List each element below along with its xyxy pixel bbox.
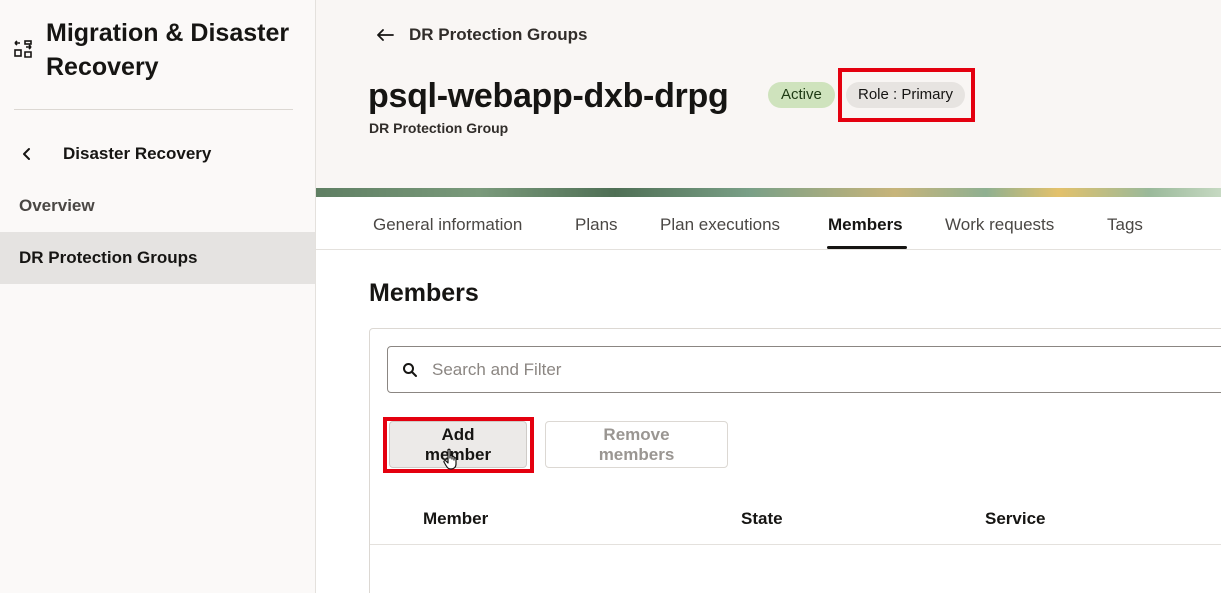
hand-pointer-cursor-icon — [443, 448, 461, 470]
sidebar-divider — [14, 109, 293, 110]
status-badge: Active — [768, 82, 835, 108]
breadcrumb-label: DR Protection Groups — [409, 25, 588, 44]
tab-plan-executions[interactable]: Plan executions — [660, 197, 780, 250]
breadcrumb[interactable]: DR Protection Groups — [376, 22, 588, 48]
active-tab-indicator — [827, 246, 907, 249]
chevron-left-icon — [20, 140, 50, 168]
tab-plans[interactable]: Plans — [575, 197, 618, 250]
tab-general-information[interactable]: General information — [373, 197, 522, 250]
tab-tags[interactable]: Tags — [1107, 197, 1143, 250]
search-field[interactable] — [387, 346, 1221, 393]
tab-work-requests[interactable]: Work requests — [945, 197, 1054, 250]
search-icon — [402, 361, 420, 379]
header-decorative-band — [316, 188, 1221, 197]
column-header-state[interactable]: State — [741, 509, 783, 529]
section-title: Members — [369, 279, 479, 307]
tab-bar: General information Plans Plan execution… — [316, 197, 1221, 250]
tab-members[interactable]: Members — [828, 197, 903, 250]
sidebar-back-label: Disaster Recovery — [63, 144, 212, 163]
sidebar-title: Migration & Disaster Recovery — [46, 19, 290, 81]
sidebar-back-link[interactable]: Disaster Recovery — [20, 140, 211, 168]
page-title: psql-webapp-dxb-drpg — [368, 77, 729, 115]
sidebar-item-label: DR Protection Groups — [19, 248, 198, 267]
column-header-member[interactable]: Member — [423, 509, 488, 529]
search-input[interactable] — [432, 359, 1132, 380]
sidebar-item-label: Overview — [19, 196, 95, 215]
app-window: Migration & Disaster Recovery Disaster R… — [0, 0, 1221, 593]
sidebar-item-overview[interactable]: Overview — [0, 180, 315, 232]
sidebar-item-dr-protection-groups[interactable]: DR Protection Groups — [0, 232, 315, 284]
page-subtitle: DR Protection Group — [369, 120, 509, 136]
column-header-service[interactable]: Service — [985, 509, 1046, 529]
table-header-divider — [370, 544, 1221, 545]
highlight-box-role — [838, 68, 975, 122]
remove-members-button[interactable]: Remove members — [545, 421, 728, 468]
sidebar: Migration & Disaster Recovery Disaster R… — [0, 0, 316, 593]
arrow-left-icon — [376, 25, 396, 45]
migration-icon — [12, 38, 34, 60]
